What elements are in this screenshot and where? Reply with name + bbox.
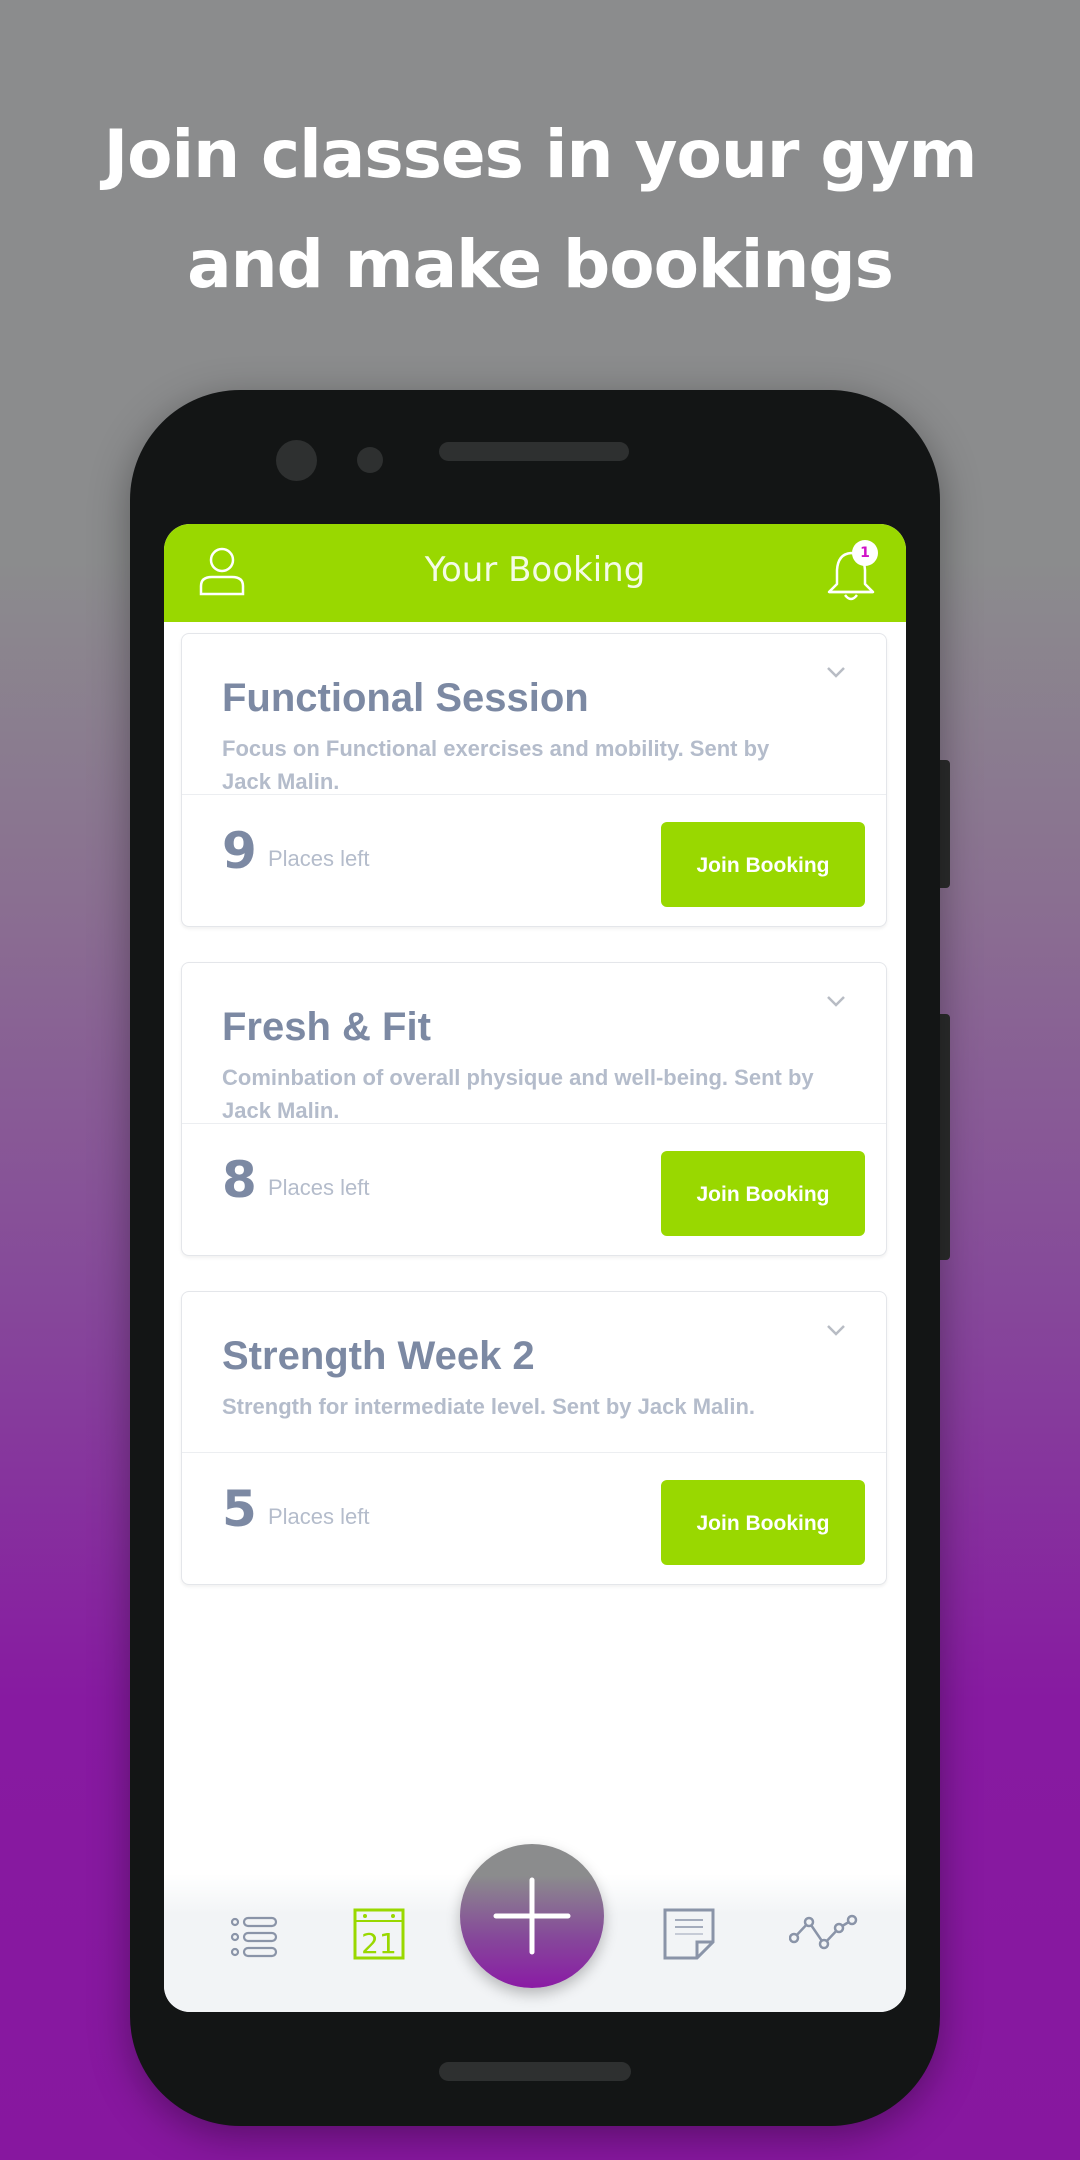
places-label: Places left <box>268 846 370 871</box>
chevron-down-icon[interactable] <box>826 666 846 680</box>
phone-camera <box>276 440 317 481</box>
booking-description: Focus on Functional exercises and mobili… <box>222 736 770 794</box>
stats-icon[interactable] <box>788 1912 859 1956</box>
add-button[interactable] <box>460 1844 604 1988</box>
booking-title: Fresh & Fit <box>222 1005 431 1049</box>
phone-sensor <box>357 447 383 473</box>
places-label: Places left <box>268 1504 370 1529</box>
phone-speaker-bottom <box>439 2062 631 2081</box>
booking-description: Cominbation of overall physique and well… <box>222 1065 814 1123</box>
promo-headline: Join classes in your gym and make bookin… <box>0 100 1080 320</box>
headline-line-1: Join classes in your gym <box>103 116 978 193</box>
booking-card[interactable]: Strength Week 2 Strength for intermediat… <box>181 1291 887 1585</box>
notification-badge: 1 <box>852 540 878 566</box>
app-bar: Your Booking 1 <box>164 524 906 622</box>
booking-card[interactable]: Functional Session Focus on Functional e… <box>181 633 887 927</box>
headline-line-2: and make bookings <box>187 226 894 303</box>
card-divider <box>182 794 886 795</box>
booking-title: Functional Session <box>222 676 589 720</box>
booking-description: Strength for intermediate level. Sent by… <box>222 1394 756 1419</box>
chevron-down-icon[interactable] <box>826 995 846 1009</box>
join-booking-button[interactable]: Join Booking <box>661 1480 865 1565</box>
places-count: 8 <box>222 1151 257 1209</box>
list-icon[interactable] <box>230 1916 280 1964</box>
add-icon <box>493 1877 571 1955</box>
notes-icon[interactable] <box>663 1908 715 1964</box>
phone-speaker-top <box>439 442 629 461</box>
page-title: Your Booking <box>424 550 646 590</box>
phone-volume-button <box>940 1014 950 1260</box>
app-screen: Your Booking 1 Functional Session Focus … <box>164 524 906 2012</box>
card-divider <box>182 1452 886 1453</box>
phone-frame: Your Booking 1 Functional Session Focus … <box>130 390 940 2126</box>
phone-power-button <box>940 760 950 888</box>
places-count: 9 <box>222 822 257 880</box>
places-label: Places left <box>268 1175 370 1200</box>
calendar-icon[interactable]: 21 <box>353 1908 405 1964</box>
calendar-day: 21 <box>361 1927 397 1960</box>
join-booking-button[interactable]: Join Booking <box>661 1151 865 1236</box>
booking-title: Strength Week 2 <box>222 1334 535 1378</box>
booking-card[interactable]: Fresh & Fit Cominbation of overall physi… <box>181 962 887 1256</box>
places-count: 5 <box>222 1480 257 1538</box>
card-divider <box>182 1123 886 1124</box>
join-booking-button[interactable]: Join Booking <box>661 822 865 907</box>
chevron-down-icon[interactable] <box>826 1324 846 1338</box>
